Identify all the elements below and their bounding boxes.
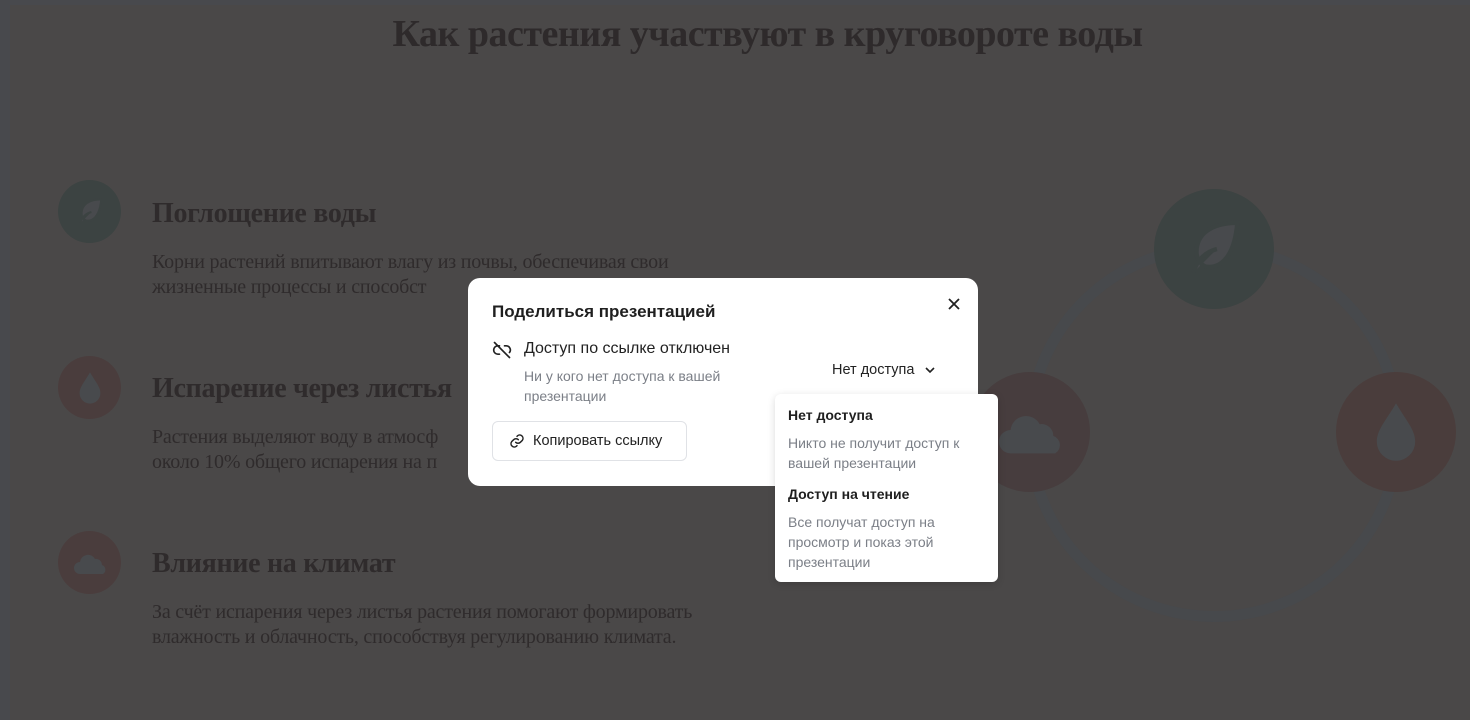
option-read-access[interactable]: Доступ на чтение Все получат доступ на п…: [788, 485, 985, 572]
close-button[interactable]: [944, 294, 964, 314]
item-heading: Испарение через листья: [152, 373, 452, 404]
leaf-icon: [1154, 189, 1274, 309]
chevron-down-icon: [925, 367, 936, 374]
top-bar: [0, 0, 1470, 5]
leaf-icon: [58, 180, 121, 243]
access-select-value: Нет доступа: [832, 362, 915, 378]
slide-title: Как растения участвуют в круговороте вод…: [392, 13, 1143, 55]
item-heading: Влияние на климат: [152, 548, 396, 579]
option-title: Нет доступа: [788, 407, 873, 423]
item-text: За счёт испарения через листья растения …: [152, 601, 693, 648]
copy-link-label: Копировать ссылку: [533, 433, 663, 449]
link-status-description: Ни у кого нет доступа к вашей презентаци…: [524, 368, 721, 404]
copy-link-button[interactable]: Копировать ссылку: [492, 421, 687, 461]
option-description: Все получат доступ на просмотр и показ э…: [788, 514, 935, 570]
link-off-icon: [492, 340, 512, 365]
cloud-icon: [58, 531, 121, 594]
left-bar: [0, 5, 10, 720]
item-heading: Поглощение воды: [152, 198, 377, 229]
option-title: Доступ на чтение: [788, 486, 910, 502]
option-description: Никто не получит доступ к вашей презента…: [788, 435, 960, 471]
access-dropdown-menu: Нет доступа Никто не получит доступ к ва…: [775, 394, 998, 582]
option-no-access[interactable]: Нет доступа Никто не получит доступ к ва…: [788, 406, 985, 473]
link-icon: [510, 434, 524, 448]
link-status: Доступ по ссылке отключен: [524, 340, 731, 357]
close-icon: [948, 298, 960, 310]
water-drop-icon: [58, 356, 121, 419]
water-drop-icon: [1336, 372, 1456, 492]
access-select[interactable]: Нет доступа: [832, 362, 936, 378]
dialog-title: Поделиться презентацией: [492, 302, 716, 321]
